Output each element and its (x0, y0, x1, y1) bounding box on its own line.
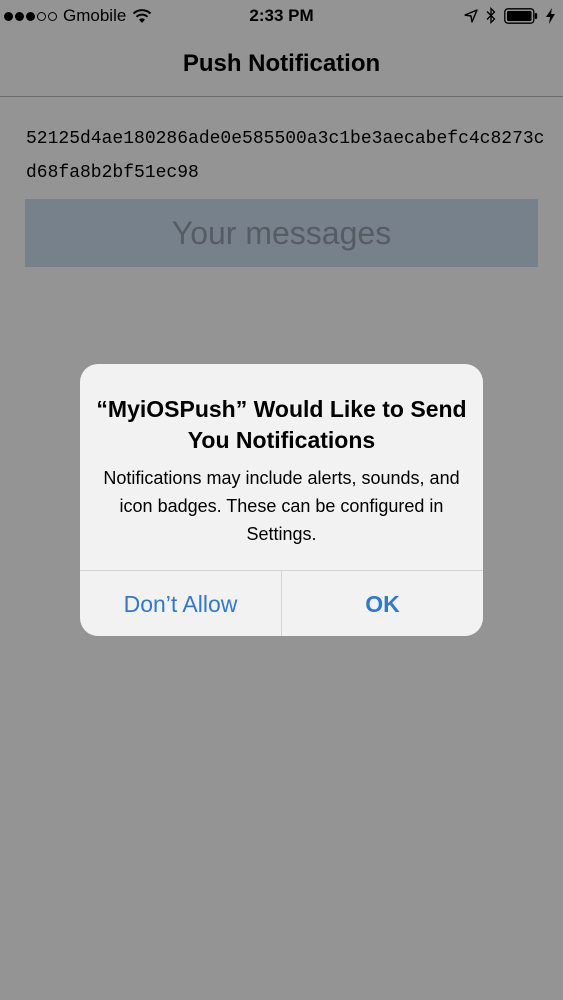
dont-allow-button[interactable]: Don’t Allow (80, 571, 282, 636)
ok-button[interactable]: OK (282, 571, 483, 636)
notification-permission-alert: “MyiOSPush” Would Like to Send You Notif… (80, 364, 483, 636)
app-screen: Gmobile 2:33 PM Push Notification 52125d… (0, 0, 563, 1000)
alert-actions: Don’t Allow OK (80, 570, 483, 636)
alert-title: “MyiOSPush” Would Like to Send You Notif… (96, 396, 467, 453)
alert-message: Notifications may include alerts, sounds… (103, 468, 460, 544)
